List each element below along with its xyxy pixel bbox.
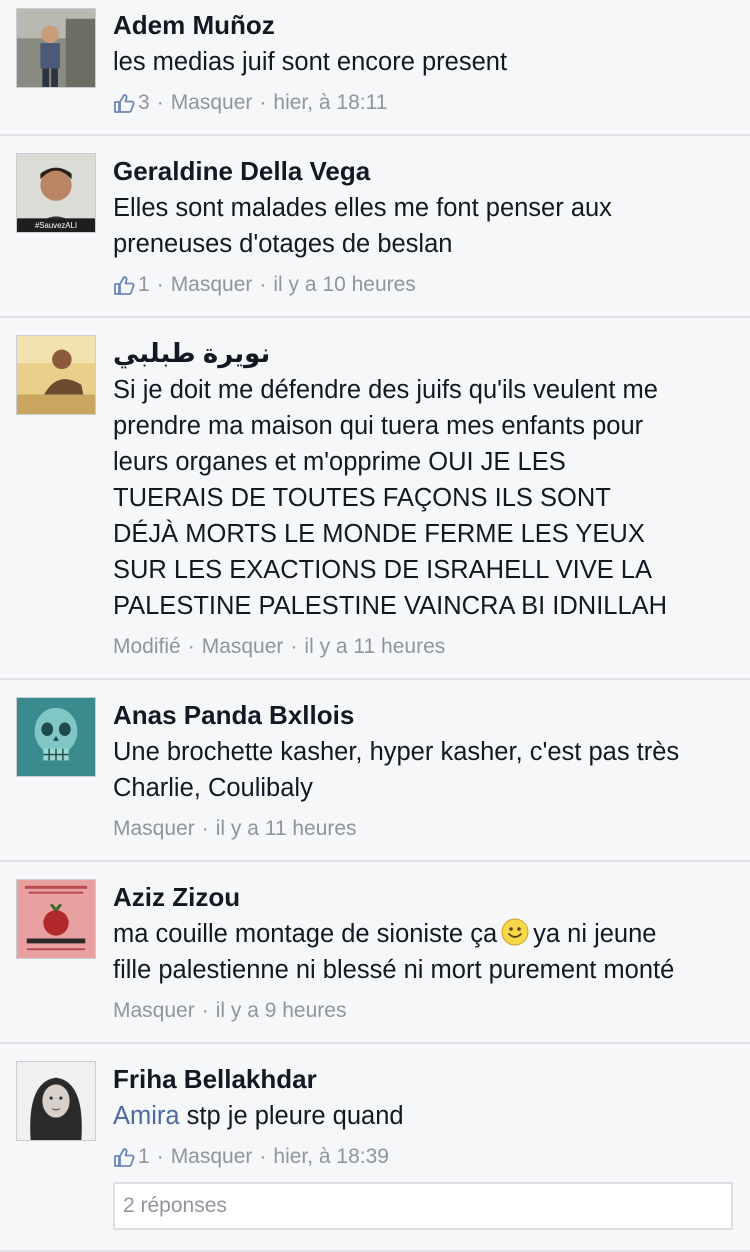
avatar-photo xyxy=(17,9,95,87)
separator: · xyxy=(201,817,209,840)
avatar-photo xyxy=(17,336,95,414)
thumbs-up-icon[interactable] xyxy=(113,93,135,113)
comment: Anas Panda Bxllois Une brochette kasher,… xyxy=(0,680,750,862)
timestamp[interactable]: hier, à 18:11 xyxy=(273,89,387,117)
comment-text-line: PALESTINE PALESTINE VAINCRA BI IDNILLAH xyxy=(113,592,668,620)
comment: Aziz Zizou ma couille montage de sionist… xyxy=(0,862,750,1044)
timestamp[interactable]: il y a 10 heures xyxy=(273,271,415,299)
separator: · xyxy=(187,635,195,658)
avatar[interactable] xyxy=(16,1061,96,1141)
separator: · xyxy=(156,1145,164,1168)
comment: Adem Muñoz les medias juif sont encore p… xyxy=(0,0,750,136)
comment-meta: Modifié · Masquer · il y a 11 heures xyxy=(113,633,445,661)
hide-link[interactable]: Masquer xyxy=(113,815,195,843)
thumbs-up-icon[interactable] xyxy=(113,275,135,295)
comment-text-line: ma couille montage de sioniste ça ya ni j… xyxy=(113,916,745,952)
comment: #SauvezALI Geraldine Della Vega Elles so… xyxy=(0,136,750,318)
comment-author[interactable]: Adem Muñoz xyxy=(113,9,275,41)
hide-link[interactable]: Masquer xyxy=(202,633,284,661)
avatar[interactable] xyxy=(16,697,96,777)
hide-link[interactable]: Masquer xyxy=(171,1143,253,1171)
view-replies-button[interactable]: 2 réponses xyxy=(113,1182,733,1230)
timestamp[interactable]: il y a 11 heures xyxy=(304,633,445,661)
avatar[interactable] xyxy=(16,879,96,959)
hide-link[interactable]: Masquer xyxy=(171,89,253,117)
comment-text-line: preneuses d'otages de beslan xyxy=(113,230,453,258)
comment-feed: Adem Muñoz les medias juif sont encore p… xyxy=(0,0,750,1252)
hide-link[interactable]: Masquer xyxy=(171,271,253,299)
separator: · xyxy=(259,1145,267,1168)
comment-text-line: DÉJÀ MORTS LE MONDE FERME LES YEUX xyxy=(113,520,645,548)
comment-text-segment: stp je pleure quand xyxy=(179,1102,404,1130)
avatar-photo xyxy=(17,698,95,776)
comment-text: ma couille montage de sioniste ça ya ni j… xyxy=(113,916,745,988)
comment-text-line: Si je doit me défendre des juifs qu'ils … xyxy=(113,376,658,404)
avatar-photo xyxy=(17,880,95,958)
comment-text-line: Charlie, Coulibaly xyxy=(113,774,313,802)
comment-meta: Masquer · il y a 9 heures xyxy=(113,997,346,1025)
like-count[interactable]: 1 xyxy=(138,1143,150,1171)
comment-text: Si je doit me défendre des juifs qu'ils … xyxy=(113,372,745,624)
comment-author[interactable]: نويرة طبلبي xyxy=(113,337,270,369)
mention-link[interactable]: Amira xyxy=(113,1102,180,1130)
thumbs-up-icon[interactable] xyxy=(113,1147,135,1167)
timestamp[interactable]: il y a 9 heures xyxy=(216,997,347,1025)
comment-author[interactable]: Geraldine Della Vega xyxy=(113,155,370,187)
comment-meta: 1 · Masquer · il y a 10 heures xyxy=(113,271,416,299)
like-count[interactable]: 3 xyxy=(138,89,150,117)
separator: · xyxy=(156,273,164,296)
comment-text: Elles sont malades elles me font penser … xyxy=(113,190,745,262)
comment-meta: Masquer · il y a 11 heures xyxy=(113,815,357,843)
avatar[interactable]: #SauvezALI xyxy=(16,153,96,233)
avatar[interactable] xyxy=(16,8,96,88)
hide-link[interactable]: Masquer xyxy=(113,997,195,1025)
comment-text-line: les medias juif sont encore present xyxy=(113,48,508,76)
comment-text-segment: ma couille montage de sioniste ça xyxy=(113,920,498,948)
comment-meta: 1 · Masquer · hier, à 18:39 xyxy=(113,1143,389,1171)
avatar-badge: #SauvezALI xyxy=(35,221,77,230)
comment-author[interactable]: Anas Panda Bxllois xyxy=(113,699,354,731)
comment-text: Amira stp je pleure quand xyxy=(113,1098,745,1134)
separator: · xyxy=(259,91,267,114)
avatar-photo xyxy=(17,1062,95,1140)
comment-text-line: Une brochette kasher, hyper kasher, c'es… xyxy=(113,738,680,766)
comment-text-line: leurs organes et m'opprime OUI JE LES xyxy=(113,448,566,476)
separator: · xyxy=(156,91,164,114)
comment: نويرة طبلبي Si je doit me défendre des j… xyxy=(0,318,750,680)
comment-text-line: prendre ma maison qui tuera mes enfants … xyxy=(113,412,644,440)
smiley-icon xyxy=(501,918,529,946)
edited-link[interactable]: Modifié xyxy=(113,633,181,661)
timestamp[interactable]: il y a 11 heures xyxy=(216,815,357,843)
comment-text: les medias juif sont encore present xyxy=(113,44,745,80)
like-count[interactable]: 1 xyxy=(138,271,150,299)
separator: · xyxy=(201,999,209,1022)
comment-text-line: fille palestienne ni blessé ni mort pure… xyxy=(113,956,675,984)
timestamp[interactable]: hier, à 18:39 xyxy=(273,1143,389,1171)
comment-text-line: Elles sont malades elles me font penser … xyxy=(113,194,612,222)
comment-text: Une brochette kasher, hyper kasher, c'es… xyxy=(113,734,745,806)
comment-text-line: TUERAIS DE TOUTES FAÇONS ILS SONT xyxy=(113,484,611,512)
separator: · xyxy=(259,273,267,296)
avatar[interactable] xyxy=(16,335,96,415)
separator: · xyxy=(290,635,298,658)
avatar-photo: #SauvezALI xyxy=(17,154,95,232)
comment-text-segment: ya ni jeune xyxy=(533,920,657,948)
comment-text-line: Amira stp je pleure quand xyxy=(113,1098,745,1134)
comment-text-line: SUR LES EXACTIONS DE ISRAHELL VIVE LA xyxy=(113,556,652,584)
comment-meta: 3 · Masquer · hier, à 18:11 xyxy=(113,89,387,117)
comment-author[interactable]: Friha Bellakhdar xyxy=(113,1063,317,1095)
comment-author[interactable]: Aziz Zizou xyxy=(113,881,240,913)
